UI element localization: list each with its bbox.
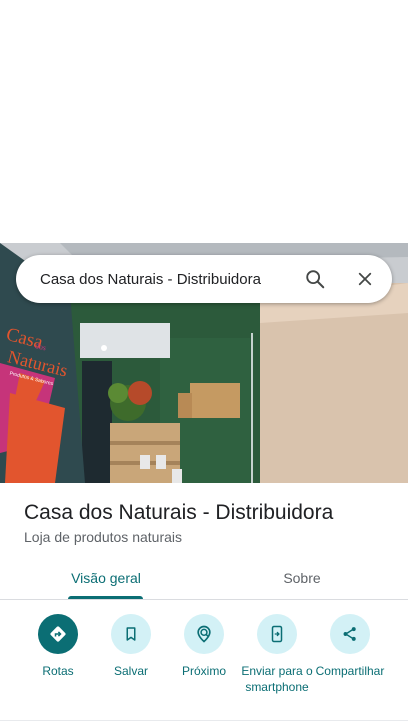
share-button[interactable]: Compartilhar (310, 614, 390, 679)
directions-icon (38, 614, 78, 654)
nearby-label: Próximo (181, 664, 226, 678)
divider (0, 720, 408, 721)
search-bar[interactable]: Casa dos Naturais - Distribuidora (16, 255, 392, 303)
close-icon[interactable] (352, 266, 378, 292)
nearby-icon (184, 614, 224, 654)
send-to-phone-icon (257, 614, 297, 654)
nearby-button[interactable]: Próximo (164, 614, 244, 679)
save-button[interactable]: Salvar (91, 614, 171, 679)
send-to-phone-label: Enviar para o smartphone (241, 664, 313, 694)
action-bar: Rotas Salvar Próximo Enviar para o smart… (0, 600, 408, 720)
place-title: Casa dos Naturais - Distribuidora (24, 501, 334, 524)
active-tab-indicator (68, 596, 143, 599)
save-label: Salvar (113, 664, 148, 678)
tab-about[interactable]: Sobre (232, 556, 372, 600)
share-icon (330, 614, 370, 654)
tab-bar: Visão geral Sobre (0, 556, 408, 600)
directions-button[interactable]: Rotas (18, 614, 98, 679)
place-category: Loja de produtos naturais (24, 529, 182, 545)
blank-area (0, 0, 408, 243)
search-icon[interactable] (302, 266, 328, 292)
share-label: Compartilhar (315, 664, 385, 678)
directions-label: Rotas (42, 664, 74, 678)
send-to-phone-button[interactable]: Enviar para o smartphone (237, 614, 317, 695)
bookmark-icon (111, 614, 151, 654)
search-input[interactable]: Casa dos Naturais - Distribuidora (40, 271, 302, 288)
tab-overview[interactable]: Visão geral (36, 556, 176, 600)
